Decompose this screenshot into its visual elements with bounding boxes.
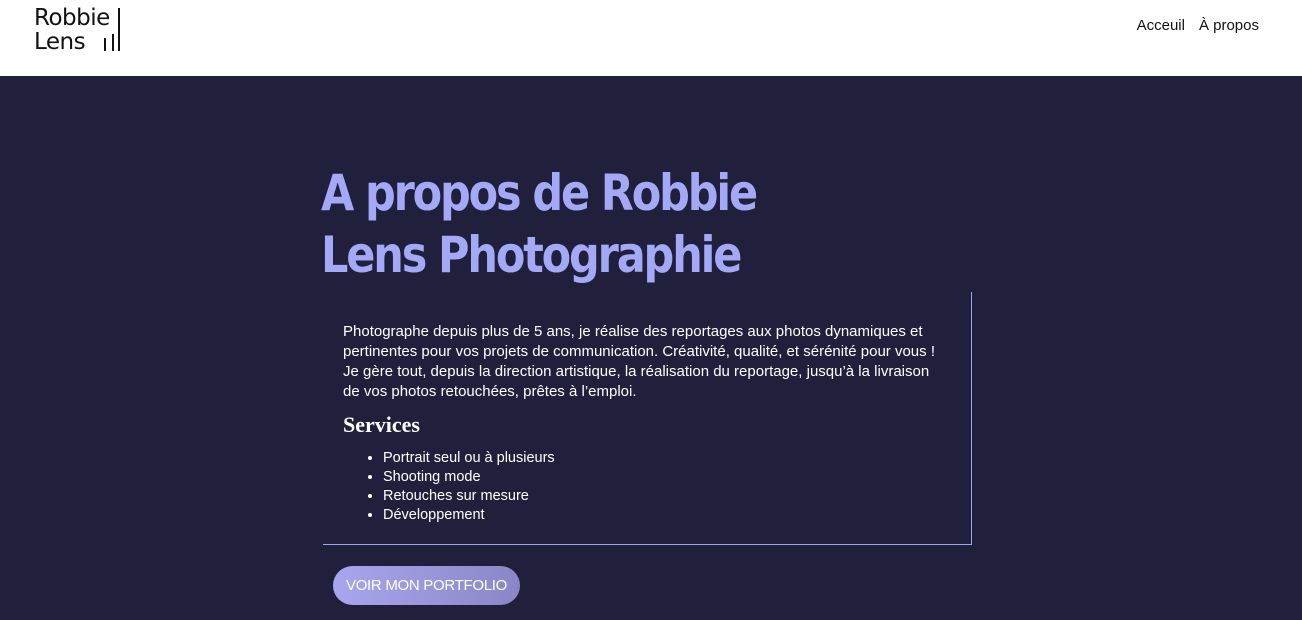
service-item: Portrait seul ou à plusieurs <box>383 449 555 468</box>
services-heading: Services <box>343 412 420 437</box>
service-item: Shooting mode <box>383 468 555 487</box>
logo-bar-icon <box>118 8 120 51</box>
logo-text-lens: Lens <box>34 29 86 55</box>
about-section: A propos de Robbie Lens Photographie Pho… <box>0 76 1302 620</box>
main-nav: Acceuil À propos <box>1137 17 1259 34</box>
service-item: Développement <box>383 506 555 525</box>
logo-bar-icon <box>104 38 106 51</box>
logo-bar-icon <box>112 34 114 51</box>
logo[interactable]: Robbie Lens <box>34 6 124 54</box>
page-title: A propos de Robbie Lens Photographie <box>321 164 758 284</box>
about-card: Photographe depuis plus de 5 ans, je réa… <box>323 292 972 545</box>
portfolio-button[interactable]: VOIR MON PORTFOLIO <box>333 566 520 605</box>
site-header: Robbie Lens Acceuil À propos <box>0 0 1302 76</box>
intro-paragraph: Photographe depuis plus de 5 ans, je réa… <box>343 323 935 400</box>
nav-link-acceuil[interactable]: Acceuil <box>1137 17 1185 34</box>
nav-link-a-propos[interactable]: À propos <box>1199 17 1259 34</box>
service-item: Retouches sur mesure <box>383 487 555 506</box>
logo-text-robbie: Robbie <box>34 5 110 31</box>
services-list: Portrait seul ou à plusieurs Shooting mo… <box>343 449 555 525</box>
